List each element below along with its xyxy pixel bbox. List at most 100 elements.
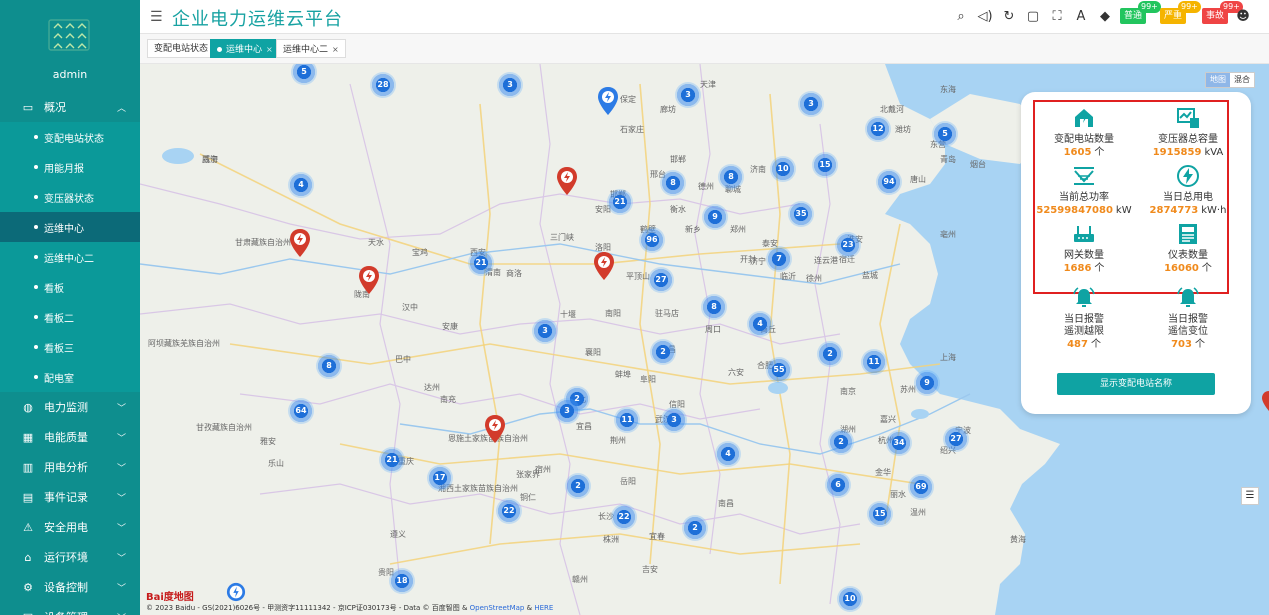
station-cluster-marker[interactable]: 28 bbox=[370, 72, 396, 98]
refresh-icon[interactable]: ↻ bbox=[1000, 8, 1018, 26]
station-cluster-marker[interactable]: 22 bbox=[611, 504, 637, 530]
station-cluster-marker[interactable]: 9 bbox=[914, 370, 940, 396]
station-cluster-marker[interactable]: 3 bbox=[554, 398, 580, 424]
station-cluster-marker[interactable]: 8 bbox=[701, 294, 727, 320]
station-cluster-marker[interactable]: 8 bbox=[316, 353, 342, 379]
station-cluster-marker[interactable]: 3 bbox=[497, 72, 523, 98]
sidebar-subitem-7[interactable]: 看板二 bbox=[0, 302, 140, 332]
station-cluster-marker[interactable]: 12 bbox=[865, 116, 891, 142]
map-type-switch[interactable]: 地图 混合 bbox=[1205, 72, 1255, 88]
tab-2[interactable]: 运维中心 × bbox=[210, 39, 280, 58]
station-cluster-marker[interactable]: 96 bbox=[639, 227, 665, 253]
station-pin-blue-icon[interactable] bbox=[226, 582, 246, 602]
station-cluster-marker[interactable]: 10 bbox=[770, 156, 796, 182]
station-cluster-marker[interactable]: 5 bbox=[932, 121, 958, 147]
skin-icon[interactable]: ◆ bbox=[1096, 8, 1114, 26]
user-icon[interactable]: ☻ bbox=[1234, 8, 1252, 26]
stat-value: 487 bbox=[1067, 339, 1088, 350]
map-place-label: 赣州 bbox=[572, 575, 588, 584]
station-cluster-marker[interactable]: 8 bbox=[660, 170, 686, 196]
station-cluster-marker[interactable]: 3 bbox=[675, 82, 701, 108]
station-cluster-marker[interactable]: 15 bbox=[812, 152, 838, 178]
station-cluster-marker[interactable]: 35 bbox=[788, 201, 814, 227]
station-cluster-marker[interactable]: 3 bbox=[661, 407, 687, 433]
station-cluster-marker[interactable]: 27 bbox=[648, 267, 674, 293]
close-icon[interactable]: × bbox=[266, 45, 273, 54]
sidebar-menu-8[interactable]: ⚙ 设备控制 ﹀ bbox=[0, 572, 140, 602]
station-cluster-marker[interactable]: 8 bbox=[718, 164, 744, 190]
show-station-names-button[interactable]: 显示变配电站名称 bbox=[1057, 373, 1215, 395]
station-cluster-marker[interactable]: 3 bbox=[532, 318, 558, 344]
station-cluster-marker[interactable]: 2 bbox=[682, 515, 708, 541]
sidebar-subitem-2[interactable]: 用能月报 bbox=[0, 152, 140, 182]
station-cluster-marker[interactable]: 22 bbox=[496, 498, 522, 524]
sidebar-subitem-5[interactable]: 运维中心二 bbox=[0, 242, 140, 272]
station-cluster-marker[interactable]: 4 bbox=[288, 172, 314, 198]
document-icon: ▤ bbox=[22, 490, 34, 504]
station-cluster-marker[interactable]: 27 bbox=[943, 426, 969, 452]
station-pin-red-icon[interactable] bbox=[556, 166, 578, 196]
station-cluster-marker[interactable]: 4 bbox=[715, 441, 741, 467]
station-cluster-marker[interactable]: 64 bbox=[288, 398, 314, 424]
station-cluster-marker[interactable]: 2 bbox=[817, 341, 843, 367]
station-cluster-marker[interactable]: 94 bbox=[876, 169, 902, 195]
sidebar-subitem-9[interactable]: 配电室 bbox=[0, 362, 140, 392]
station-cluster-marker[interactable]: 11 bbox=[861, 349, 887, 375]
sidebar-menu-9[interactable]: ▣ 设备管理 ﹀ bbox=[0, 602, 140, 615]
station-cluster-marker[interactable]: 9 bbox=[702, 204, 728, 230]
station-cluster-marker[interactable]: 21 bbox=[607, 189, 633, 215]
sidebar-menu-5[interactable]: ▤ 事件记录 ﹀ bbox=[0, 482, 140, 512]
station-cluster-marker[interactable]: 6 bbox=[825, 472, 851, 498]
menu-toggle-icon[interactable]: ☰ bbox=[150, 9, 163, 25]
sidebar-menu-2[interactable]: ◍ 电力监测 ﹀ bbox=[0, 392, 140, 422]
filter-icon[interactable]: ☰ bbox=[1241, 487, 1259, 505]
map-type-option[interactable]: 混合 bbox=[1230, 73, 1254, 87]
save-icon[interactable]: ▢ bbox=[1024, 8, 1042, 26]
station-pin-red-icon[interactable] bbox=[1261, 390, 1269, 412]
sidebar-menu-6[interactable]: ⚠ 安全用电 ﹀ bbox=[0, 512, 140, 542]
map-view[interactable]: 西宁甘肃藏族自治州天水西安渭南商洛洛阳平顶山三门峡宝鸡陇南汉中安康阿坝藏族羌族自… bbox=[140, 64, 1269, 615]
station-cluster-marker[interactable]: 11 bbox=[614, 407, 640, 433]
sidebar-menu-1[interactable]: ▭ 概况 ︿ bbox=[0, 92, 140, 122]
close-icon[interactable]: × bbox=[332, 45, 339, 54]
here-link[interactable]: HERE bbox=[534, 604, 553, 612]
station-cluster-marker[interactable]: 3 bbox=[798, 91, 824, 117]
sidebar-subitem-1[interactable]: 变配电站状态 bbox=[0, 122, 140, 152]
font-icon[interactable]: A bbox=[1072, 8, 1090, 26]
osm-link[interactable]: OpenStreetMap bbox=[470, 604, 525, 612]
sidebar-menu-3[interactable]: ▦ 电能质量 ﹀ bbox=[0, 422, 140, 452]
station-cluster-marker[interactable]: 23 bbox=[835, 232, 861, 258]
sidebar-subitem-4[interactable]: 运维中心 bbox=[0, 212, 140, 242]
station-pin-blue-icon[interactable] bbox=[597, 86, 619, 116]
tab-3[interactable]: 运维中心二 × bbox=[276, 39, 346, 58]
station-cluster-marker[interactable]: 18 bbox=[389, 568, 415, 594]
station-cluster-marker[interactable]: 2 bbox=[828, 429, 854, 455]
station-pin-red-icon[interactable] bbox=[358, 265, 380, 295]
station-pin-red-icon[interactable] bbox=[593, 251, 615, 281]
sidebar-menu-4[interactable]: ▥ 用电分析 ﹀ bbox=[0, 452, 140, 482]
map-type-option[interactable]: 地图 bbox=[1206, 73, 1230, 87]
station-cluster-marker[interactable]: 34 bbox=[886, 430, 912, 456]
volume-icon[interactable]: ◁) bbox=[976, 8, 994, 26]
search-icon[interactable]: ⌕ bbox=[952, 8, 970, 26]
station-cluster-marker[interactable]: 7 bbox=[766, 246, 792, 272]
station-cluster-marker[interactable]: 55 bbox=[766, 357, 792, 383]
station-cluster-marker[interactable]: 21 bbox=[379, 447, 405, 473]
station-cluster-marker[interactable]: 2 bbox=[650, 339, 676, 365]
station-pin-red-icon[interactable] bbox=[484, 414, 506, 444]
station-cluster-marker[interactable]: 4 bbox=[747, 311, 773, 337]
sidebar-subitem-6[interactable]: 看板 bbox=[0, 272, 140, 302]
sidebar-menu-7[interactable]: ⌂ 运行环境 ﹀ bbox=[0, 542, 140, 572]
fullscreen-icon[interactable]: ⛶ bbox=[1048, 8, 1066, 26]
station-cluster-marker[interactable]: 15 bbox=[867, 501, 893, 527]
station-cluster-marker[interactable]: 69 bbox=[908, 474, 934, 500]
sidebar-subitem-8[interactable]: 看板三 bbox=[0, 332, 140, 362]
station-cluster-marker[interactable]: 17 bbox=[427, 465, 453, 491]
station-cluster-marker[interactable]: 2 bbox=[565, 473, 591, 499]
map-place-label: 北戴河 bbox=[880, 105, 904, 114]
tab-1[interactable]: 变配电站状态 bbox=[147, 39, 216, 58]
station-cluster-marker[interactable]: 21 bbox=[468, 250, 494, 276]
station-pin-red-icon[interactable] bbox=[289, 228, 311, 258]
station-cluster-marker[interactable]: 10 bbox=[837, 586, 863, 612]
sidebar-subitem-3[interactable]: 变压器状态 bbox=[0, 182, 140, 212]
